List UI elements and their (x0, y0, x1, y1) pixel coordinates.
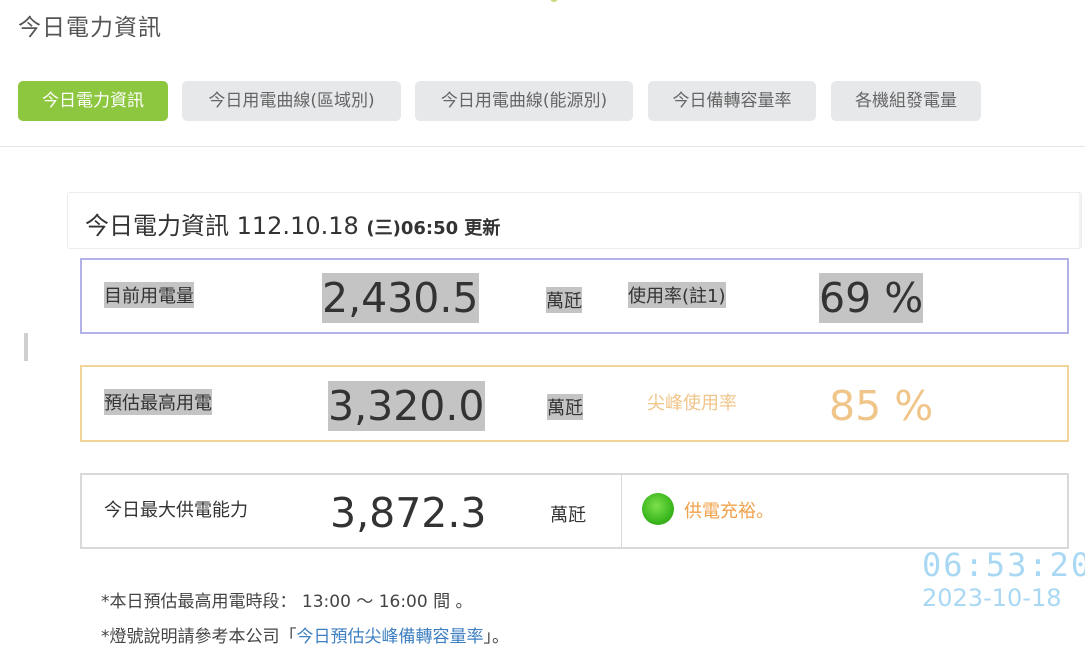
forecast-peak-panel: 預估最高用電 3,320.0 萬瓩 尖峰使用率 85 % (80, 365, 1069, 442)
usage-rate-label: 使用率(註1) (628, 282, 726, 308)
panel-divider (621, 475, 622, 547)
forecast-peak-label: 預估最高用電 (104, 389, 212, 415)
clock-time: 06:53:20 (922, 546, 1085, 584)
tab-usage-curve-energy[interactable]: 今日用電曲線(能源別) (415, 81, 633, 121)
tab-unit-generation[interactable]: 各機組發電量 (831, 81, 981, 121)
update-time: (三)06:50 更新 (366, 218, 501, 239)
info-title-date: 今日電力資訊 112.10.18 (85, 212, 359, 240)
current-usage-unit: 萬瓩 (546, 287, 582, 313)
peak-period-note: *本日預估最高用電時段： 13:00 ～ 16:00 間 。 (101, 592, 473, 612)
side-marker (24, 333, 28, 361)
reserve-margin-link[interactable]: 今日預估尖峰備轉容量率 (297, 627, 484, 647)
current-usage-panel: 目前用電量 2,430.5 萬瓩 使用率(註1) 69 % (80, 258, 1069, 334)
usage-rate-value: 69 % (819, 273, 924, 323)
lamp-note: *燈號說明請參考本公司「今日預估尖峰備轉容量率」。 (101, 622, 509, 647)
forecast-peak-value: 3,320.0 (328, 381, 485, 431)
info-header-title: 今日電力資訊 112.10.18 (三)06:50 更新 (85, 206, 500, 241)
clock-date: 2023-10-18 (922, 584, 1062, 612)
peak-rate-value: 85 % (829, 382, 934, 430)
tab-usage-curve-region[interactable]: 今日用電曲線(區域別) (182, 81, 401, 121)
supply-capacity-value: 3,872.3 (330, 489, 487, 537)
tab-power-info[interactable]: 今日電力資訊 (18, 81, 168, 121)
divider (0, 146, 1085, 147)
info-header: 今日電力資訊 112.10.18 (三)06:50 更新 (67, 192, 1082, 249)
current-usage-label: 目前用電量 (104, 282, 194, 308)
forecast-peak-unit: 萬瓩 (547, 394, 583, 420)
supply-status-text: 供電充裕。 (684, 501, 774, 522)
supply-capacity-label: 今日最大供電能力 (104, 500, 248, 521)
page-title: 今日電力資訊 (18, 15, 162, 41)
top-decoration (550, 0, 558, 2)
tab-reserve-margin[interactable]: 今日備轉容量率 (648, 81, 816, 121)
lamp-note-prefix: *燈號說明請參考本公司「 (101, 627, 297, 647)
supply-capacity-unit: 萬瓩 (550, 505, 586, 526)
current-usage-value: 2,430.5 (322, 273, 479, 323)
peak-rate-label: 尖峰使用率 (647, 393, 737, 414)
lamp-note-suffix: 」。 (483, 627, 510, 647)
supply-capacity-panel: 今日最大供電能力 3,872.3 萬瓩 供電充裕。 (80, 473, 1069, 549)
supply-status-light-icon (642, 493, 674, 525)
